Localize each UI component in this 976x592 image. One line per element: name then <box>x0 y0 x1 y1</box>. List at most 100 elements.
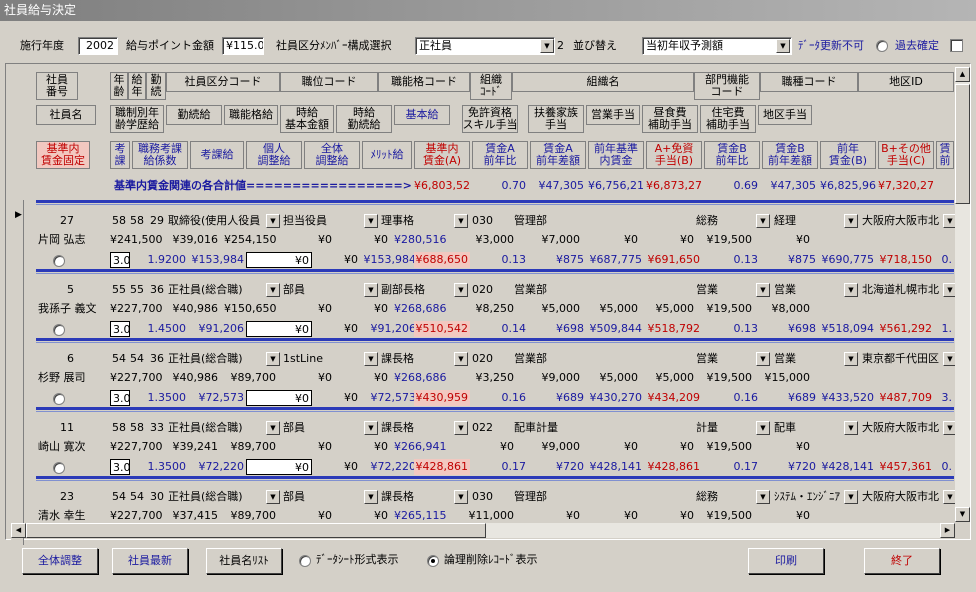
chevron-down-icon[interactable]: ▼ <box>266 352 280 366</box>
job-field[interactable]: 営業 <box>772 351 842 367</box>
print-button[interactable]: 印刷 <box>748 548 824 574</box>
chevron-down-icon[interactable]: ▼ <box>266 490 280 504</box>
position-field[interactable]: 部員 <box>281 420 369 436</box>
hscroll-thumb[interactable] <box>26 523 486 538</box>
chevron-down-icon[interactable]: ▼ <box>364 214 378 228</box>
function-field[interactable]: 計量 <box>694 420 754 436</box>
function-field[interactable]: 総務 <box>694 489 754 505</box>
job-field[interactable]: 経理 <box>772 213 842 229</box>
chevron-down-icon[interactable]: ▼ <box>454 214 468 228</box>
logical-delete-radio[interactable] <box>427 555 439 567</box>
chevron-down-icon[interactable]: ▼ <box>454 490 468 504</box>
pay-value[interactable]: ¥265,115 <box>394 508 448 524</box>
area-field[interactable]: 大阪府大阪市北 <box>860 420 944 436</box>
pay-value[interactable]: ¥268,686 <box>394 301 448 317</box>
evaluation-field[interactable]: 3.0 <box>110 321 130 337</box>
area-field[interactable]: 大阪府大阪市北 <box>860 213 944 229</box>
pay-value[interactable]: ¥268,686 <box>394 370 448 386</box>
refresh-employees-button[interactable]: 社員最新 <box>112 548 188 574</box>
fixed-wage-radio[interactable] <box>53 255 65 267</box>
function-field[interactable]: 営業 <box>694 282 754 298</box>
evaluation-field[interactable]: 3.0 <box>110 459 130 475</box>
pay-point-field[interactable]: ¥115.0 <box>222 37 264 55</box>
evaluation-field[interactable]: 3.0 <box>110 252 130 268</box>
scroll-up-icon[interactable]: ▲ <box>955 67 970 82</box>
org-code[interactable]: 022 <box>470 420 510 436</box>
exit-button[interactable]: 終了 <box>864 548 940 574</box>
pay-value[interactable]: ¥280,516 <box>394 232 448 248</box>
position-field[interactable]: 部員 <box>281 282 369 298</box>
org-code[interactable]: 020 <box>470 351 510 367</box>
past-confirm-checkbox[interactable] <box>950 39 963 52</box>
division-select[interactable]: 正社員 <box>415 37 555 55</box>
chevron-down-icon[interactable]: ▼ <box>844 214 858 228</box>
chevron-down-icon[interactable]: ▼ <box>454 283 468 297</box>
area-field[interactable]: 北海道札幌市北 <box>860 282 944 298</box>
chevron-down-icon[interactable]: ▼ <box>364 283 378 297</box>
grade-field[interactable]: 課長格 <box>379 489 457 505</box>
sort-select[interactable]: 当初年収予測額 <box>642 37 792 55</box>
chevron-down-icon[interactable]: ▼ <box>776 39 790 53</box>
chevron-down-icon[interactable]: ▼ <box>756 490 770 504</box>
org-code[interactable]: 030 <box>470 489 510 505</box>
function-field[interactable]: 営業 <box>694 351 754 367</box>
datasheet-radio[interactable] <box>299 555 311 567</box>
area-field[interactable]: 東京都千代田区 <box>860 351 944 367</box>
personal-adjust-field[interactable]: ¥0 <box>246 252 312 268</box>
fixed-wage-radio[interactable] <box>53 324 65 336</box>
chevron-down-icon[interactable]: ▼ <box>844 352 858 366</box>
employee-name-list-button[interactable]: 社員名ﾘｽﾄ <box>206 548 282 574</box>
chevron-down-icon[interactable]: ▼ <box>364 352 378 366</box>
grade-field[interactable]: 課長格 <box>379 351 457 367</box>
chevron-down-icon[interactable]: ▼ <box>844 421 858 435</box>
chevron-down-icon[interactable]: ▼ <box>756 421 770 435</box>
chevron-down-icon[interactable]: ▼ <box>454 352 468 366</box>
scroll-thumb[interactable] <box>955 84 970 204</box>
personal-adjust-field[interactable]: ¥0 <box>246 390 312 406</box>
division-field[interactable]: 正社員(総合職) <box>166 351 266 367</box>
personal-adjust-field[interactable]: ¥0 <box>246 459 312 475</box>
chevron-down-icon[interactable]: ▼ <box>266 421 280 435</box>
fixed-wage-radio[interactable] <box>53 462 65 474</box>
area-field[interactable]: 大阪府大阪市北 <box>860 489 944 505</box>
division-field[interactable]: 正社員(総合職) <box>166 489 266 505</box>
fixed-wage-radio[interactable] <box>53 393 65 405</box>
evaluation-field[interactable]: 3.0 <box>110 390 130 406</box>
adjust-all-button[interactable]: 全体調整 <box>22 548 98 574</box>
job-field[interactable]: 営業 <box>772 282 842 298</box>
org-code[interactable]: 020 <box>470 282 510 298</box>
scroll-left-icon[interactable]: ◀ <box>11 523 26 538</box>
chevron-down-icon[interactable]: ▼ <box>454 421 468 435</box>
job-field[interactable]: ｼｽﾃﾑ・ｴﾝｼﾞﾆｱ <box>772 489 842 505</box>
record-selector[interactable] <box>11 407 24 476</box>
scroll-down-icon[interactable]: ▼ <box>955 507 970 522</box>
chevron-down-icon[interactable]: ▼ <box>540 39 554 53</box>
chevron-down-icon[interactable]: ▼ <box>844 283 858 297</box>
function-field[interactable]: 総務 <box>694 213 754 229</box>
chevron-down-icon[interactable]: ▼ <box>756 352 770 366</box>
grade-field[interactable]: 理事格 <box>379 213 457 229</box>
grade-field[interactable]: 副部長格 <box>379 282 457 298</box>
position-field[interactable]: 1stLine <box>281 351 369 367</box>
horizontal-scrollbar[interactable]: ◀ ▶ <box>11 523 955 538</box>
no-update-radio[interactable] <box>876 40 888 52</box>
record-selector[interactable] <box>11 269 24 338</box>
chevron-down-icon[interactable]: ▼ <box>266 214 280 228</box>
scroll-right-icon[interactable]: ▶ <box>940 523 955 538</box>
division-field[interactable]: 正社員(総合職) <box>166 420 266 436</box>
record-selector[interactable] <box>11 338 24 407</box>
grade-field[interactable]: 課長格 <box>379 420 457 436</box>
division-field[interactable]: 取締役(使用人役員 <box>166 213 266 229</box>
vertical-scrollbar[interactable]: ▲ ▼ <box>955 67 970 522</box>
chevron-down-icon[interactable]: ▼ <box>844 490 858 504</box>
fiscal-year-field[interactable]: 2002 <box>78 37 118 55</box>
division-field[interactable]: 正社員(総合職) <box>166 282 266 298</box>
personal-adjust-field[interactable]: ¥0 <box>246 321 312 337</box>
job-field[interactable]: 配車 <box>772 420 842 436</box>
chevron-down-icon[interactable]: ▼ <box>364 421 378 435</box>
chevron-down-icon[interactable]: ▼ <box>756 214 770 228</box>
pay-value[interactable]: ¥266,941 <box>394 439 448 455</box>
org-code[interactable]: 030 <box>470 213 510 229</box>
position-field[interactable]: 部員 <box>281 489 369 505</box>
chevron-down-icon[interactable]: ▼ <box>364 490 378 504</box>
